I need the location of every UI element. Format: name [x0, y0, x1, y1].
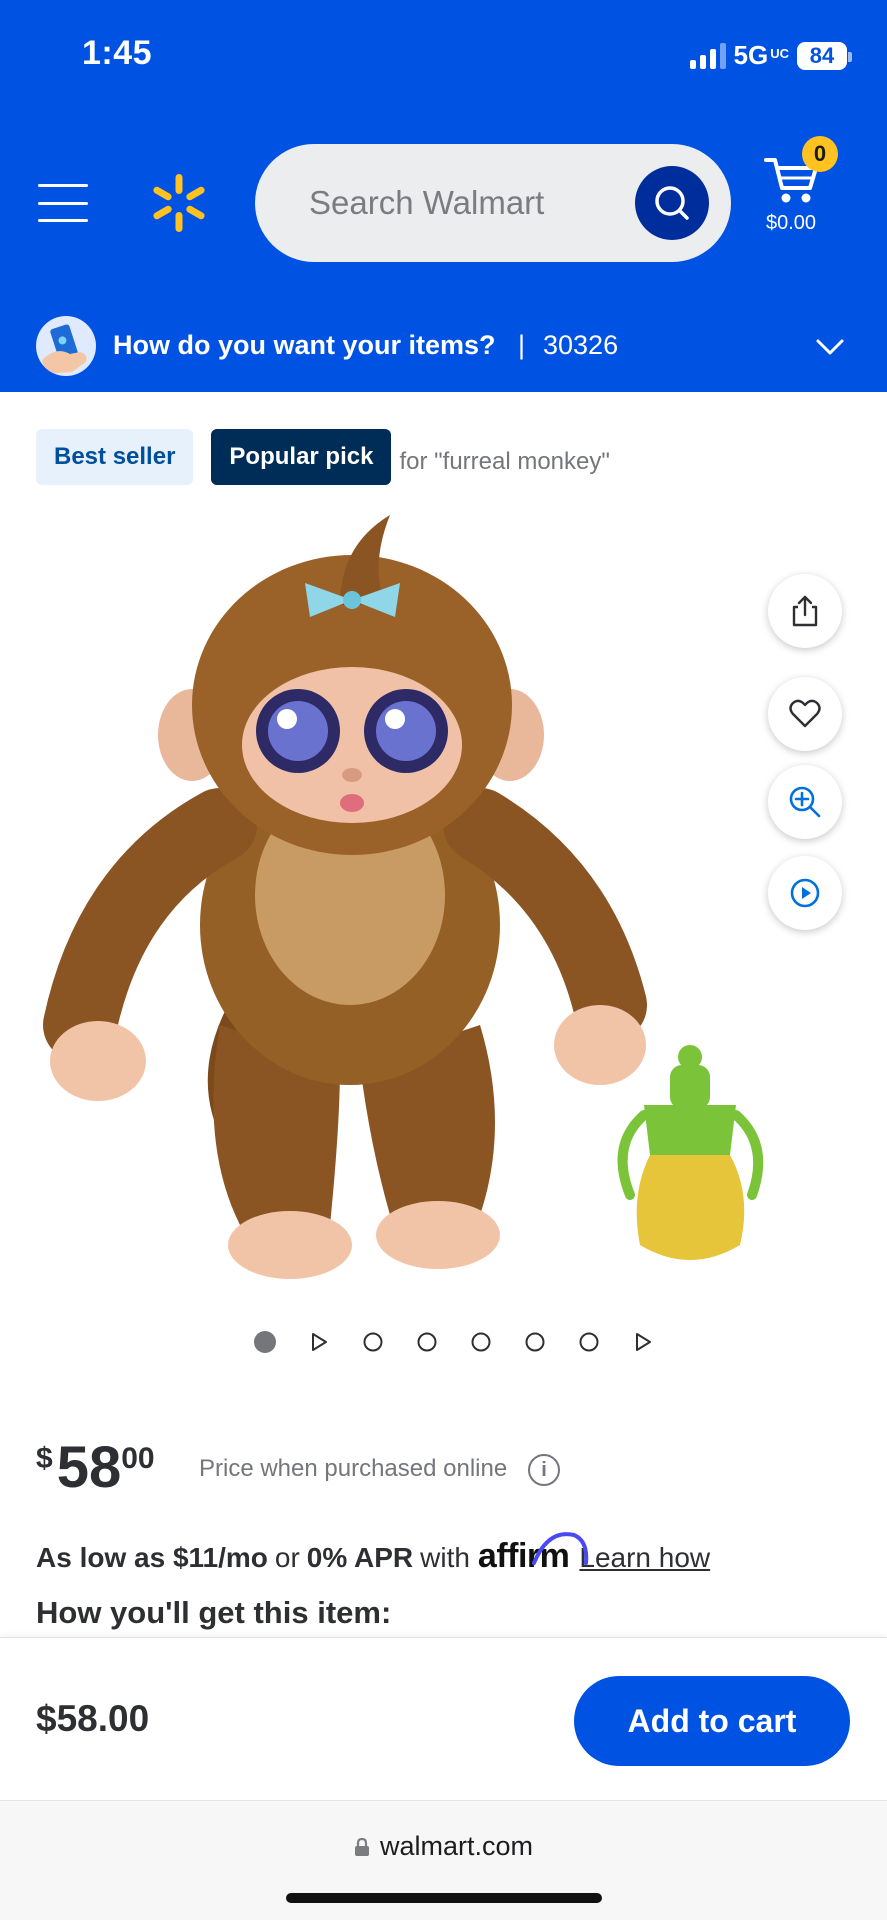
carousel-dot-active[interactable] — [238, 1330, 292, 1354]
battery-icon: 84 — [797, 41, 852, 70]
image-carousel-indicators — [238, 1330, 670, 1354]
info-icon[interactable]: i — [528, 1454, 560, 1486]
search-input[interactable]: Search Walmart — [309, 184, 544, 222]
play-icon — [312, 1333, 327, 1351]
delivery-separator: | — [518, 330, 526, 360]
carousel-dot[interactable] — [562, 1330, 616, 1354]
product-price: $ 58 00 — [36, 1438, 155, 1498]
signal-icon — [689, 42, 726, 69]
add-to-cart-button[interactable]: Add to cart — [574, 1676, 850, 1766]
popular-pick-context: for "furreal monkey" — [399, 448, 610, 475]
delivery-selector[interactable]: How do you want your items? | 30326 — [0, 300, 887, 392]
video-button[interactable] — [768, 856, 842, 930]
cart-button[interactable]: 0 $0.00 — [762, 136, 862, 240]
app-header: 1:45 5G UC 84 Search Walmart 0 $0.00 How… — [0, 0, 887, 392]
search-icon — [655, 186, 689, 220]
url-text: walmart.com — [379, 1831, 534, 1861]
popular-pick-badge: Popular pick — [211, 429, 392, 485]
carousel-video-dot[interactable] — [616, 1330, 670, 1354]
favorite-button[interactable] — [768, 677, 842, 751]
play-icon — [636, 1333, 651, 1351]
price-cents: 00 — [121, 1442, 155, 1475]
cart-total: $0.00 — [766, 212, 817, 234]
delivery-icon — [36, 316, 96, 376]
browser-address-bar[interactable]: walmart.com — [0, 1800, 887, 1920]
carousel-dot[interactable] — [400, 1330, 454, 1354]
delivery-prompt: How do you want your items? — [113, 330, 496, 360]
url-display[interactable]: walmart.com — [0, 1831, 887, 1862]
share-button[interactable] — [768, 574, 842, 648]
search-button[interactable] — [635, 166, 709, 240]
play-icon — [790, 878, 820, 908]
financing-offer: As low as $11/mo or 0% APR with affirm L… — [36, 1532, 710, 1576]
menu-button[interactable] — [38, 184, 88, 222]
best-seller-badge: Best seller — [36, 429, 194, 485]
status-indicators: 5G UC 84 — [689, 40, 852, 71]
home-indicator — [286, 1893, 602, 1903]
apr-offer: 0% APR — [306, 1542, 414, 1573]
sticky-purchase-bar: $58.00 Add to cart — [0, 1637, 887, 1800]
price-whole: 58 — [56, 1435, 122, 1500]
learn-how-link[interactable]: Learn how — [579, 1542, 710, 1574]
cart-count-badge: 0 — [802, 136, 838, 172]
finance-with: with — [420, 1542, 470, 1573]
finance-or: or — [274, 1542, 300, 1573]
price-note: Price when purchased online — [199, 1455, 508, 1482]
lock-icon — [354, 1837, 369, 1856]
zoom-in-icon — [789, 786, 821, 818]
network-superscript: UC — [770, 45, 789, 61]
carousel-dot[interactable] — [508, 1330, 562, 1354]
network-type: 5G — [733, 40, 769, 70]
affirm-logo: affirm — [478, 1532, 589, 1576]
carousel-dot[interactable] — [346, 1330, 400, 1354]
chevron-down-icon[interactable] — [815, 338, 845, 356]
search-bar[interactable]: Search Walmart — [255, 144, 731, 262]
product-image[interactable] — [40, 505, 830, 1295]
price-currency: $ — [36, 1442, 53, 1475]
delivery-zip: 30326 — [543, 330, 619, 360]
fulfillment-heading: How you'll get this item: — [36, 1595, 392, 1630]
heart-icon — [789, 699, 821, 728]
walmart-spark-logo[interactable] — [148, 172, 210, 234]
status-time: 1:45 — [82, 34, 153, 72]
zoom-button[interactable] — [768, 765, 842, 839]
share-icon — [792, 595, 818, 627]
product-badges: Best seller Popular pick for "furreal mo… — [36, 429, 610, 485]
menu-icon — [38, 184, 88, 187]
carousel-dot[interactable] — [454, 1330, 508, 1354]
monthly-offer: As low as $11/mo — [36, 1542, 268, 1573]
carousel-video-dot[interactable] — [292, 1330, 346, 1354]
sticky-price: $58.00 — [36, 1698, 150, 1739]
